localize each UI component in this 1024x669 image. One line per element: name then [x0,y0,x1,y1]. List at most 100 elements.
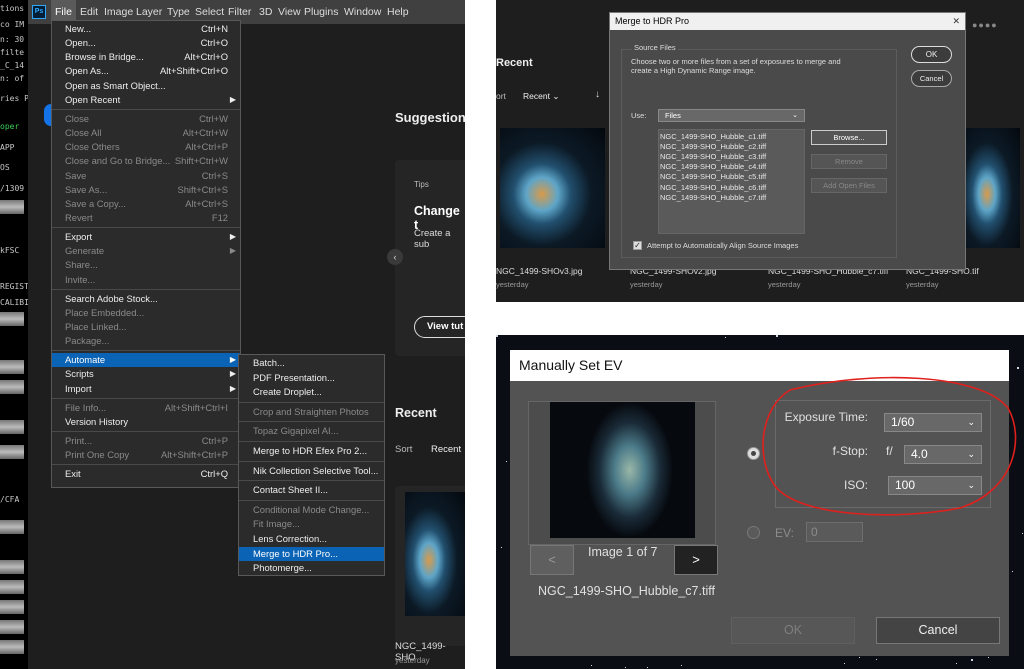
ok-button[interactable]: OK [731,617,855,644]
menu-item-new[interactable]: New... Ctrl+N [52,22,240,36]
menu-shortcut: Alt+Ctrl+S [185,197,228,209]
align-checkbox[interactable]: ✓ [633,241,642,250]
menu-item-label: Import [65,382,92,394]
menu-item-open-as[interactable]: Open As... Alt+Shift+Ctrl+O [52,64,240,78]
terminal-line: ries Pr [0,94,28,103]
menu-item-contact-sheet-ii[interactable]: Contact Sheet II... [239,483,384,498]
recent-sort-select[interactable]: Recent [431,444,461,455]
sort-direction-icon[interactable]: ↓ [595,89,600,100]
menu-plugins[interactable]: Plugins [300,0,342,24]
menu-item-save-as[interactable]: Save As... Shift+Ctrl+S [52,183,240,197]
recent-file-thumbnail [405,492,465,616]
menu-item-import[interactable]: Import ▶ [52,382,240,396]
menu-item-browse-in-bridge[interactable]: Browse in Bridge... Alt+Ctrl+O [52,50,240,64]
automate-submenu: Batch... PDF Presentation... Create Drople… [238,354,385,576]
menu-item-export[interactable]: Export ▶ [52,230,240,244]
view-tutorial-button[interactable]: View tut [414,316,465,338]
menu-item-save-a-copy[interactable]: Save a Copy... Alt+Ctrl+S [52,197,240,211]
menu-item-file-info[interactable]: File Info... Alt+Shift+Ctrl+I [52,401,240,415]
menu-item-package[interactable]: Package... [52,334,240,348]
menu-item-pdf-presentation[interactable]: PDF Presentation... [239,371,384,386]
ev-input[interactable]: 0 [806,522,863,542]
file-list-item[interactable]: NGC_1499-SHO_Hubble_c1.tiff [660,132,766,142]
menu-item-nik-collection-selective-tool[interactable]: Nik Collection Selective Tool... [239,464,384,479]
photoshop-window: tions - co IM n: 30 filte _C_14 n: of ries Pr o… [0,0,465,669]
menu-separator [239,460,384,462]
file-list-item[interactable]: NGC_1499-SHO_Hubble_c7.tiff [660,193,766,203]
menu-item-photomerge[interactable]: Photomerge... [239,561,384,576]
menu-item-fit-image[interactable]: Fit Image... [239,517,384,532]
menu-item-invite[interactable]: Invite... [52,273,240,287]
menu-item-create-droplet[interactable]: Create Droplet... [239,385,384,400]
terminal-line: n: 30 [0,35,25,44]
menu-item-automate[interactable]: Automate ▶ [52,353,240,368]
menu-item-merge-to-hdr-efex-pro-2[interactable]: Merge to HDR Efex Pro 2... [239,444,384,459]
menu-item-search-adobe-stock[interactable]: Search Adobe Stock... [52,292,240,306]
recent-sort-select[interactable]: Recent ⌄ [523,91,559,102]
menu-item-open-recent[interactable]: Open Recent ▶ [52,93,240,107]
star [776,335,778,337]
menu-item-close-others[interactable]: Close Others Alt+Ctrl+P [52,140,240,154]
menu-item-place-linked[interactable]: Place Linked... [52,320,240,334]
cancel-button[interactable]: Cancel [911,70,952,87]
add-open-files-button[interactable]: Add Open Files [811,178,887,193]
menu-item-generate[interactable]: Generate ▶ [52,244,240,258]
menu-item-print[interactable]: Print... Ctrl+P [52,434,240,448]
file-list-item[interactable]: NGC_1499-SHO_Hubble_c6.tiff [660,183,766,193]
menu-item-label: Generate [65,245,105,257]
star [876,659,877,660]
menu-separator [52,350,240,352]
menu-separator [52,108,240,110]
image-counter: Image 1 of 7 [588,545,658,559]
cancel-button[interactable]: Cancel [876,617,1000,644]
menu-item-label: New... [65,23,92,34]
menu-item-close-all[interactable]: Close All Alt+Ctrl+W [52,126,240,140]
browse-button[interactable]: Browse... [811,130,887,145]
prev-image-button[interactable]: < [530,545,574,575]
menu-window[interactable]: Window [340,0,385,24]
menu-item-lens-correction[interactable]: Lens Correction... [239,532,384,547]
recent-thumb-4[interactable] [965,128,1020,248]
file-list-item[interactable]: NGC_1499-SHO_Hubble_c2.tiff [660,142,766,152]
menu-item-open-as-smart-object[interactable]: Open as Smart Object... [52,79,240,93]
ev-radio[interactable] [747,526,760,539]
menu-item-batch[interactable]: Batch... [239,356,384,371]
menu-item-save[interactable]: Save Ctrl+S [52,169,240,183]
file-list-item[interactable]: NGC_1499-SHO_Hubble_c5.tiff [660,172,766,182]
terminal-line: filte [0,48,25,57]
menu-item-crop-and-straighten-photos[interactable]: Crop and Straighten Photos [239,405,384,420]
terminal-line: _C_14 [0,61,25,70]
menu-item-exit[interactable]: Exit Ctrl+Q [52,467,240,481]
menu-item-label: Version History [65,415,129,427]
menu-item-label: Crop and Straighten Photos [253,405,369,417]
align-label: Attempt to Automatically Align Source Im… [647,241,799,250]
carousel-prev-button[interactable]: ‹ [387,249,403,265]
dialog-close-icon[interactable]: ✕ [952,16,960,27]
menu-item-share[interactable]: Share... [52,258,240,272]
menu-item-label: Save As... [65,183,108,195]
recent-thumb-1[interactable] [500,128,605,248]
next-image-button[interactable]: > [674,545,718,575]
recent-heading: Recent [395,406,437,420]
remove-button[interactable]: Remove [811,154,887,169]
menu-item-close-and-go-to-bridge[interactable]: Close and Go to Bridge... Shift+Ctrl+W [52,154,240,168]
menu-help[interactable]: Help [383,0,413,24]
menu-item-revert[interactable]: Revert F12 [52,211,240,225]
menu-item-conditional-mode-change[interactable]: Conditional Mode Change... [239,503,384,518]
menu-item-label: Merge to HDR Efex Pro 2... [253,445,368,456]
menu-item-close[interactable]: Close Ctrl+W [52,112,240,126]
file-list-item[interactable]: NGC_1499-SHO_Hubble_c4.tiff [660,162,766,172]
menu-item-place-embedded[interactable]: Place Embedded... [52,306,240,320]
menu-item-print-one-copy[interactable]: Print One Copy Alt+Shift+Ctrl+P [52,448,240,462]
menu-item-topaz-gigapixel-ai[interactable]: Topaz Gigapixel AI... [239,424,384,439]
terminal-strip: tions - co IM n: 30 filte _C_14 n: of ries Pr o… [0,0,28,669]
menu-item-merge-to-hdr-pro[interactable]: Merge to HDR Pro... [239,546,384,562]
menu-item-version-history[interactable]: Version History [52,415,240,429]
menu-shortcut: Ctrl+Q [200,468,228,480]
menu-item-scripts[interactable]: Scripts ▶ [52,367,240,381]
file-list-item[interactable]: NGC_1499-SHO_Hubble_c3.tiff [660,152,766,162]
use-select[interactable]: Files ⌄ [658,109,805,122]
terminal-line: /1309 [0,184,25,193]
menu-item-open[interactable]: Open... Ctrl+O [52,36,240,50]
ok-button[interactable]: OK [911,46,952,63]
